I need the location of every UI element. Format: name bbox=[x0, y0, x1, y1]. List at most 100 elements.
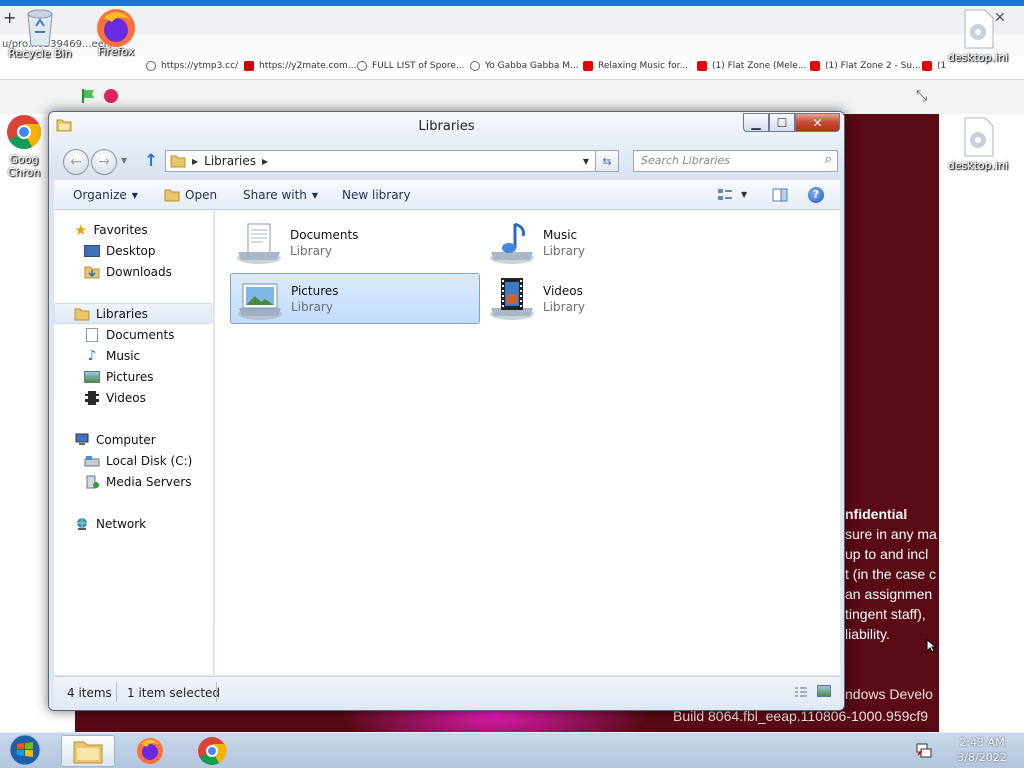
view-dropdown-icon[interactable]: ▼ bbox=[741, 190, 747, 199]
navigation-row: ← → ▼ ↑ ▶ Libraries ▶ ▼ ⇆ Search Librari… bbox=[49, 148, 844, 175]
desktop-icon-desktop-ini[interactable]: desktop.ini bbox=[936, 8, 1020, 64]
recycle-bin-icon bbox=[27, 9, 53, 47]
film-icon bbox=[85, 390, 99, 405]
bookmark-item[interactable]: https://ytmp3.cc/ bbox=[146, 61, 238, 71]
folder-icon bbox=[164, 188, 180, 202]
library-type: Library bbox=[291, 299, 333, 314]
desktop-icon-firefox[interactable]: Firefox bbox=[78, 6, 154, 58]
chrome-icon bbox=[198, 737, 227, 765]
status-divider bbox=[116, 682, 117, 702]
nav-pictures[interactable]: Pictures bbox=[84, 366, 154, 387]
green-flag-icon[interactable] bbox=[80, 88, 96, 104]
globe-icon bbox=[146, 61, 156, 71]
nav-network[interactable]: Network bbox=[74, 513, 146, 534]
desktop-icon-recycle-bin[interactable]: Recycle Bin bbox=[2, 6, 78, 60]
status-divider bbox=[216, 682, 217, 702]
navigation-pane: ★ Favorites Desktop Downloads Libraries D… bbox=[54, 210, 214, 675]
desktop-icon-chrome[interactable]: Goog Chron bbox=[0, 114, 48, 179]
libraries-icon bbox=[74, 307, 90, 321]
youtube-icon bbox=[922, 61, 932, 71]
nav-computer[interactable]: Computer bbox=[74, 429, 156, 450]
library-item-documents[interactable]: Documents Library bbox=[230, 217, 480, 268]
close-button[interactable]: ✕ bbox=[795, 113, 840, 132]
bookmark-item[interactable]: (1) Flat Zone 2 - Su... bbox=[810, 61, 921, 71]
confidential-line: liability. bbox=[845, 626, 890, 642]
document-icon bbox=[86, 327, 98, 342]
status-bar: 4 items 1 item selected bbox=[54, 676, 840, 707]
bookmarks-bar: https://ytmp3.cc/ https://y2mate.com... … bbox=[0, 56, 1024, 80]
nav-documents[interactable]: Documents bbox=[84, 324, 174, 345]
nav-videos[interactable]: Videos bbox=[84, 387, 146, 408]
windows-logo-icon bbox=[9, 734, 41, 766]
search-icon[interactable]: ⌕ bbox=[825, 150, 832, 170]
network-tray-icon[interactable] bbox=[915, 741, 933, 759]
search-input[interactable]: Search Libraries ⌕ bbox=[633, 150, 838, 172]
start-button[interactable] bbox=[4, 733, 46, 767]
desktop-icon-desktop-ini[interactable]: desktop.ini bbox=[936, 116, 1020, 172]
system-clock[interactable]: 2:43 AM 3/8/2022 bbox=[950, 735, 1014, 765]
confidential-line: up to and incl bbox=[845, 546, 929, 562]
command-bar: Organize ▼ Open Share with ▼ New library ▼… bbox=[54, 180, 840, 210]
nav-downloads[interactable]: Downloads bbox=[84, 261, 172, 282]
bookmark-item[interactable]: (1) Flat Zone (Mele... bbox=[697, 61, 806, 71]
window-title: Libraries bbox=[418, 119, 475, 134]
globe-icon bbox=[357, 61, 367, 71]
refresh-button[interactable]: ⇆ bbox=[595, 150, 619, 172]
library-type: Library bbox=[543, 243, 585, 258]
bookmark-item[interactable]: Yo Gabba Gabba M... bbox=[470, 61, 579, 71]
library-item-videos[interactable]: Videos Library bbox=[483, 273, 733, 324]
help-icon[interactable]: ? bbox=[808, 187, 824, 203]
up-arrow-icon[interactable]: ↑ bbox=[144, 151, 158, 171]
nav-music[interactable]: ♪ Music bbox=[84, 345, 141, 366]
youtube-icon bbox=[583, 61, 593, 71]
taskbar-firefox-button[interactable] bbox=[123, 735, 177, 767]
forward-button[interactable]: → bbox=[91, 149, 117, 175]
scratch-toolbar: ⤡ bbox=[0, 80, 1024, 114]
explorer-window: Libraries ▁ ☐ ✕ ← → ▼ ↑ ▶ Libraries ▶ ▼ … bbox=[48, 111, 845, 711]
library-item-music[interactable]: Music Library bbox=[483, 217, 733, 268]
share-with-button[interactable]: Share with ▼ bbox=[243, 188, 318, 202]
selection-status: 1 item selected bbox=[127, 686, 221, 700]
breadcrumb-chevron-icon[interactable]: ▶ bbox=[192, 157, 198, 166]
bookmark-item[interactable]: FULL LIST of Spore... bbox=[357, 61, 464, 71]
nav-favorites[interactable]: ★ Favorites bbox=[74, 219, 148, 240]
dropdown-arrow-icon: ▼ bbox=[131, 190, 138, 200]
bookmark-item[interactable]: https://y2mate.com... bbox=[244, 61, 356, 71]
address-bar[interactable]: ▶ Libraries ▶ ▼ bbox=[165, 150, 618, 172]
picture-icon bbox=[84, 370, 100, 383]
preview-pane-icon[interactable] bbox=[772, 187, 788, 203]
search-placeholder: Search Libraries bbox=[641, 154, 731, 167]
organize-button[interactable]: Organize ▼ bbox=[73, 188, 138, 202]
new-library-button[interactable]: New library bbox=[342, 188, 411, 202]
taskbar-explorer-button[interactable] bbox=[61, 735, 115, 767]
open-button[interactable]: Open bbox=[164, 188, 217, 202]
drive-icon bbox=[84, 455, 100, 467]
nav-local-disk[interactable]: Local Disk (C:) bbox=[84, 450, 192, 471]
library-item-pictures[interactable]: Pictures Library bbox=[230, 273, 480, 324]
large-icons-view-icon[interactable] bbox=[817, 685, 831, 697]
minimize-button[interactable]: ▁ bbox=[743, 113, 769, 132]
maximize-button[interactable]: ☐ bbox=[769, 113, 795, 132]
nav-media-servers[interactable]: Media Servers bbox=[84, 471, 191, 492]
recent-pages-icon[interactable]: ▼ bbox=[121, 156, 127, 165]
taskbar-chrome-button[interactable] bbox=[185, 735, 239, 767]
breadcrumb[interactable]: Libraries bbox=[204, 154, 256, 168]
address-history-icon[interactable]: ▼ bbox=[583, 157, 589, 166]
fullscreen-icon[interactable]: ⤡ bbox=[916, 88, 927, 104]
libraries-content: Documents Library Music Library Pictures Li… bbox=[215, 210, 840, 675]
nav-desktop[interactable]: Desktop bbox=[84, 240, 156, 261]
documents-library-icon bbox=[234, 220, 284, 266]
confidential-line: sure in any ma bbox=[845, 526, 937, 542]
explorer-icon bbox=[73, 741, 103, 764]
nav-libraries[interactable]: Libraries bbox=[54, 303, 212, 324]
stop-icon[interactable] bbox=[104, 89, 118, 103]
firefox-icon bbox=[137, 738, 163, 764]
firefox-icon bbox=[97, 9, 135, 47]
back-button[interactable]: ← bbox=[63, 149, 89, 175]
details-view-icon[interactable] bbox=[794, 686, 808, 698]
breadcrumb-chevron-icon[interactable]: ▶ bbox=[262, 157, 268, 166]
library-name: Videos bbox=[543, 283, 583, 298]
view-options-icon[interactable] bbox=[717, 187, 733, 203]
bookmark-item[interactable]: Relaxing Music for... bbox=[583, 61, 688, 71]
clock-time: 2:43 AM bbox=[959, 736, 1005, 749]
